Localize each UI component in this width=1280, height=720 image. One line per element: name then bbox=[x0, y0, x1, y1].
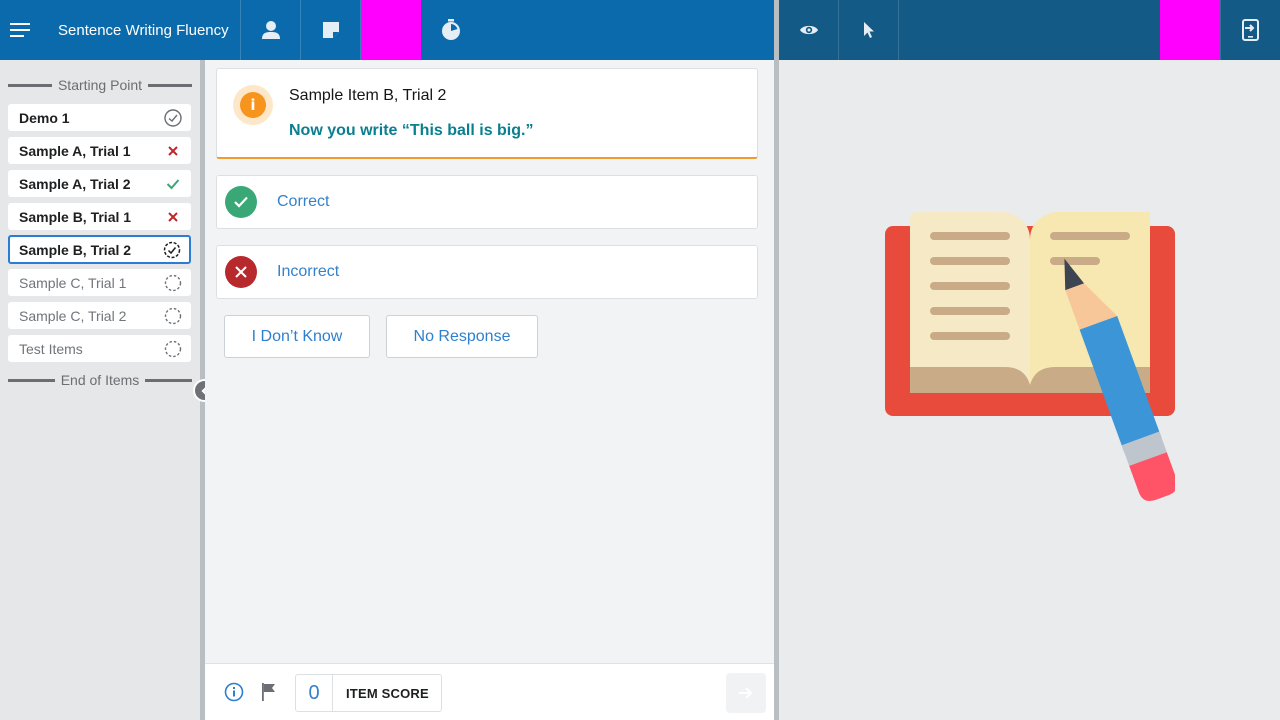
incorrect-response-button[interactable]: Incorrect bbox=[216, 245, 758, 299]
sidebar-item-label: Sample C, Trial 2 bbox=[19, 307, 127, 324]
pending-circle-icon bbox=[164, 307, 182, 325]
menu-button[interactable] bbox=[0, 0, 42, 60]
dont-know-button[interactable]: I Don’t Know bbox=[224, 315, 370, 358]
correct-response-button[interactable]: Correct bbox=[216, 175, 758, 229]
blocked-region bbox=[1160, 0, 1220, 60]
info-icon: i bbox=[233, 85, 273, 125]
starting-point-label: Starting Point bbox=[57, 77, 143, 93]
examinee-view bbox=[779, 60, 1280, 720]
sidebar-item-sample-a-trial-1[interactable]: Sample A, Trial 1 bbox=[8, 137, 191, 164]
item-sidebar: Starting Point Demo 1 Sample A, Trial 1 … bbox=[0, 60, 200, 720]
info-circle-icon bbox=[224, 682, 244, 702]
pending-circle-icon bbox=[164, 274, 182, 292]
exit-screen-button[interactable] bbox=[1220, 0, 1280, 60]
footer-bar: 0 ITEM SCORE bbox=[205, 663, 774, 720]
next-item-button[interactable] bbox=[726, 673, 766, 713]
x-circle-icon bbox=[225, 256, 257, 288]
item-prompt-text: Now you write “This ball is big.” bbox=[289, 122, 534, 139]
timer-button[interactable] bbox=[421, 0, 481, 60]
sidebar-item-sample-b-trial-2[interactable]: Sample B, Trial 2 bbox=[8, 235, 191, 264]
arrow-right-icon bbox=[739, 687, 753, 699]
pending-circle-icon bbox=[164, 340, 182, 358]
sidebar-item-sample-b-trial-1[interactable]: Sample B, Trial 1 bbox=[8, 203, 191, 230]
sidebar-item-label: Test Items bbox=[19, 340, 83, 357]
sidebar-item-sample-c-trial-2[interactable]: Sample C, Trial 2 bbox=[8, 302, 191, 329]
cursor-icon bbox=[863, 22, 874, 38]
sidebar-item-label: Demo 1 bbox=[19, 109, 70, 126]
timer-icon bbox=[442, 19, 460, 40]
flag-icon bbox=[262, 683, 275, 701]
x-mark-icon bbox=[164, 142, 182, 160]
check-circle-icon bbox=[164, 108, 182, 127]
item-score-value: 0 bbox=[296, 675, 333, 711]
extra-response-buttons: I Don’t Know No Response bbox=[224, 315, 538, 358]
hamburger-menu-icon bbox=[10, 23, 30, 37]
sidebar-item-demo-1[interactable]: Demo 1 bbox=[8, 104, 191, 131]
end-of-items-separator: End of Items bbox=[8, 370, 192, 390]
note-icon bbox=[322, 22, 339, 38]
correct-label: Correct bbox=[277, 193, 330, 210]
sidebar-item-label: Sample A, Trial 1 bbox=[19, 142, 131, 159]
pointer-button[interactable] bbox=[839, 0, 899, 60]
item-info-button[interactable] bbox=[224, 682, 244, 707]
item-score-box: 0 ITEM SCORE bbox=[295, 674, 442, 712]
examinee-button[interactable] bbox=[241, 0, 301, 60]
in-progress-check-icon bbox=[163, 241, 181, 259]
user-icon bbox=[261, 21, 280, 39]
check-mark-icon bbox=[164, 175, 182, 193]
incorrect-label: Incorrect bbox=[277, 263, 340, 280]
item-score-label: ITEM SCORE bbox=[346, 685, 429, 701]
prompt-card: i Sample Item B, Trial 2 Now you write “… bbox=[216, 68, 758, 159]
notes-button[interactable] bbox=[301, 0, 361, 60]
item-panel: i Sample Item B, Trial 2 Now you write “… bbox=[205, 60, 774, 663]
sidebar-item-label: Sample C, Trial 1 bbox=[19, 274, 127, 291]
sidebar-item-label: Sample B, Trial 1 bbox=[19, 208, 132, 225]
end-of-items-label: End of Items bbox=[60, 372, 140, 388]
sidebar-item-sample-a-trial-2[interactable]: Sample A, Trial 2 bbox=[8, 170, 191, 197]
book-and-pencil-illustration bbox=[885, 210, 1178, 510]
sidebar-item-test-items[interactable]: Test Items bbox=[8, 335, 191, 362]
assessment-title: Sentence Writing Fluency bbox=[42, 0, 241, 60]
top-toolbar: Sentence Writing Fluency bbox=[0, 0, 774, 60]
sidebar-item-sample-c-trial-1[interactable]: Sample C, Trial 1 bbox=[8, 269, 191, 296]
exit-screen-icon bbox=[1241, 19, 1259, 41]
blocked-region bbox=[361, 0, 421, 60]
item-title: Sample Item B, Trial 2 bbox=[289, 87, 447, 104]
sidebar-item-label: Sample A, Trial 2 bbox=[19, 175, 131, 192]
sidebar-item-label: Sample B, Trial 2 bbox=[19, 241, 132, 258]
examinee-toolbar bbox=[779, 0, 1280, 60]
no-response-button[interactable]: No Response bbox=[386, 315, 538, 358]
eye-icon bbox=[799, 25, 818, 35]
flag-button[interactable] bbox=[260, 682, 278, 707]
check-circle-icon bbox=[225, 186, 257, 218]
x-mark-icon bbox=[164, 208, 182, 226]
preview-button[interactable] bbox=[779, 0, 839, 60]
starting-point-separator: Starting Point bbox=[8, 75, 192, 95]
